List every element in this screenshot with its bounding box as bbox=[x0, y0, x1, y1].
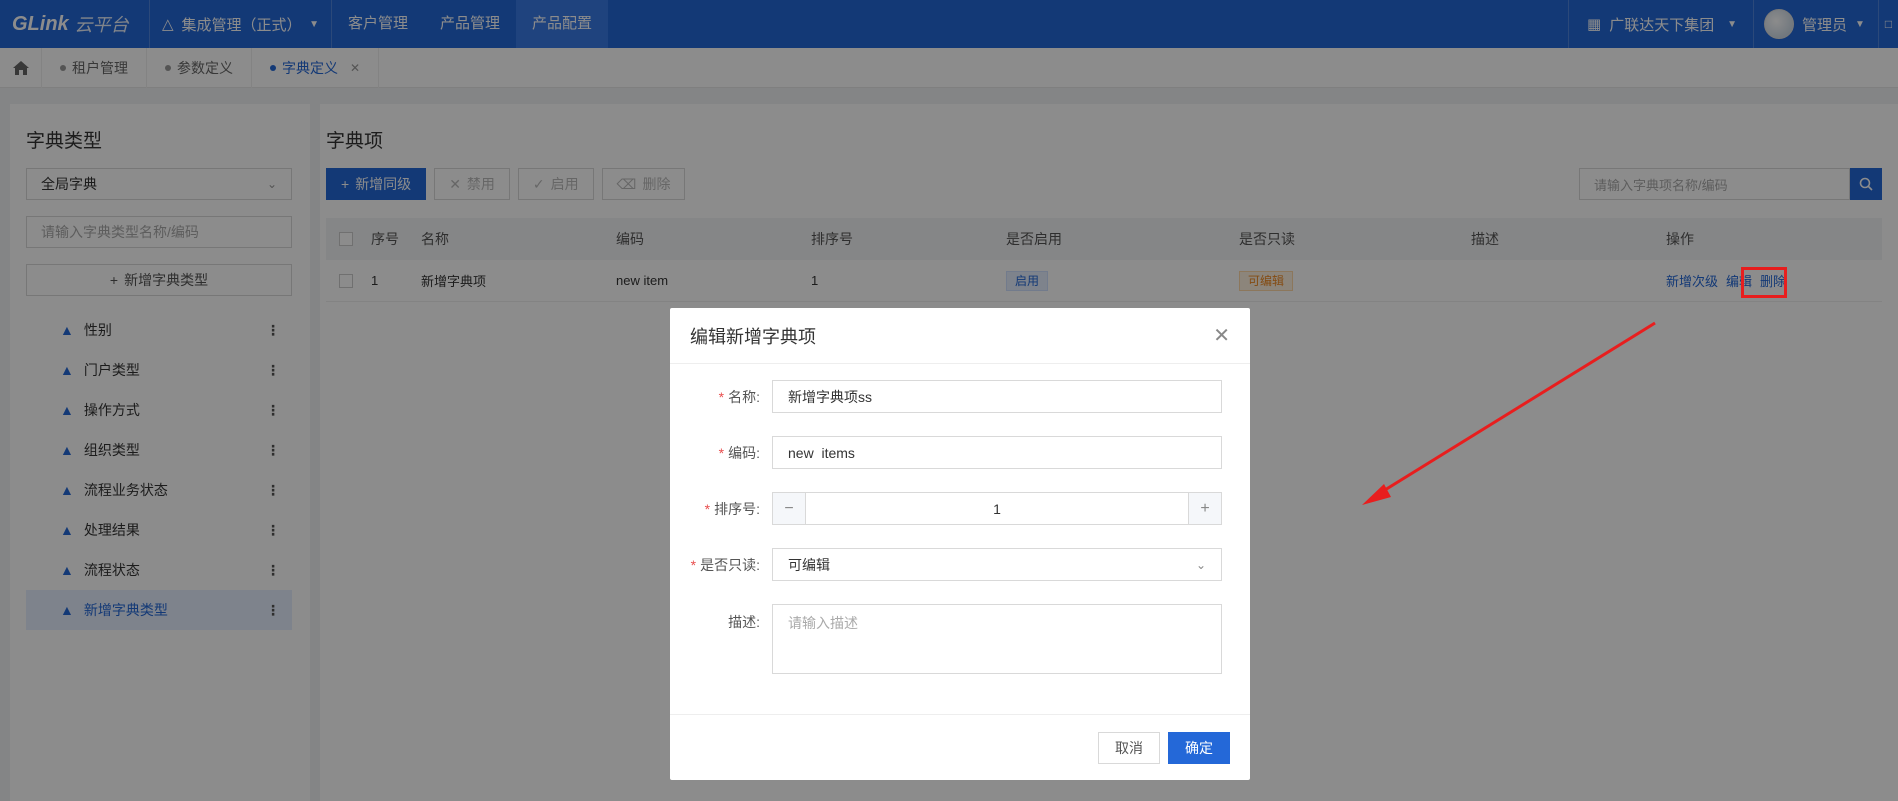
form-row-name: * 名称: 新增字典项ss bbox=[670, 380, 1222, 413]
form-row-sort: * 排序号: − 1 + bbox=[670, 492, 1222, 525]
cancel-button[interactable]: 取消 bbox=[1098, 731, 1160, 764]
form-row-desc: 描述: 请输入描述 bbox=[670, 604, 1222, 674]
minus-icon[interactable]: − bbox=[773, 493, 805, 524]
description-textarea[interactable]: 请输入描述 bbox=[772, 604, 1222, 674]
field-label: * 是否只读: bbox=[690, 556, 760, 573]
field-label: * 编码: bbox=[718, 444, 760, 461]
readonly-select[interactable]: 可编辑 ⌄ bbox=[772, 548, 1222, 581]
close-icon[interactable]: ✕ bbox=[1213, 323, 1230, 348]
form-row-readonly: * 是否只读: 可编辑 ⌄ bbox=[670, 548, 1222, 581]
field-label: 描述: bbox=[728, 614, 760, 630]
chevron-down-icon: ⌄ bbox=[1195, 557, 1206, 572]
dialog-title: 编辑新增字典项 bbox=[690, 326, 816, 347]
dialog-footer: 取消 确定 bbox=[670, 714, 1250, 780]
sort-value[interactable]: 1 bbox=[805, 493, 1189, 524]
field-label: * 排序号: bbox=[704, 500, 760, 517]
confirm-button[interactable]: 确定 bbox=[1168, 731, 1230, 764]
name-field[interactable]: 新增字典项ss bbox=[772, 380, 1222, 413]
edit-dict-item-dialog: 编辑新增字典项 ✕ * 名称: 新增字典项ss * 编码: new items * 排… bbox=[670, 308, 1250, 780]
sort-stepper[interactable]: − 1 + bbox=[772, 492, 1222, 525]
dialog-header: 编辑新增字典项 ✕ bbox=[670, 308, 1250, 364]
code-field[interactable]: new items bbox=[772, 436, 1222, 469]
select-value: 可编辑 bbox=[788, 556, 830, 573]
field-label: * 名称: bbox=[718, 388, 760, 405]
plus-icon[interactable]: + bbox=[1189, 493, 1221, 524]
form-row-code: * 编码: new items bbox=[670, 436, 1222, 469]
